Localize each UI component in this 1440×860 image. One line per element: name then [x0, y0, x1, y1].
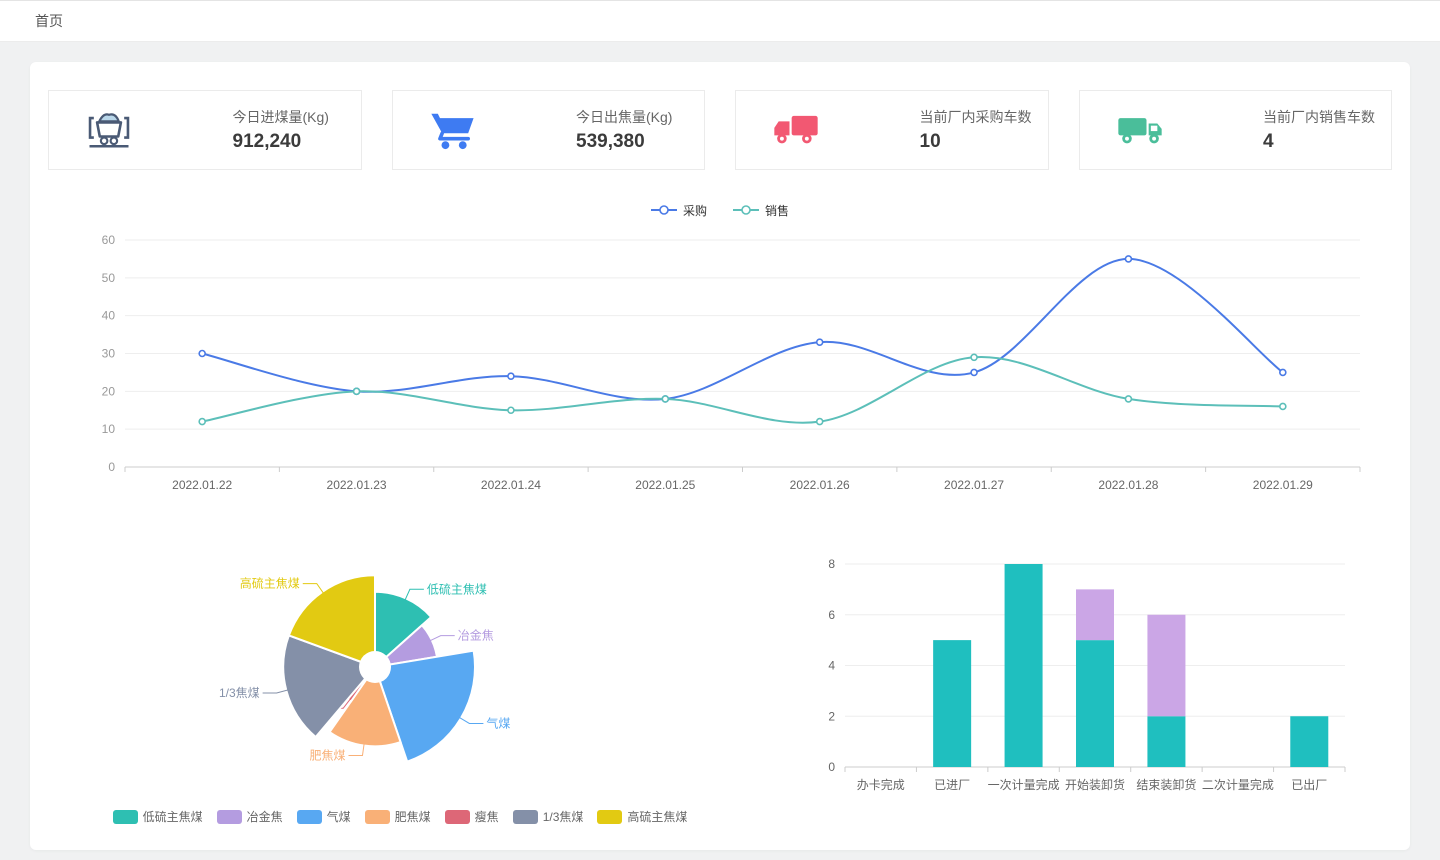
svg-text:0: 0: [828, 760, 835, 774]
pie-legend-item-1[interactable]: 冶金焦: [217, 808, 283, 825]
svg-text:开始装卸货: 开始装卸货: [1065, 777, 1125, 792]
svg-text:2022.01.25: 2022.01.25: [635, 478, 695, 492]
legend-label: 肥焦煤: [395, 808, 431, 825]
stat-label: 今日出焦量(Kg): [576, 107, 688, 127]
svg-text:2022.01.29: 2022.01.29: [1253, 478, 1313, 492]
svg-text:2022.01.28: 2022.01.28: [1098, 478, 1158, 492]
svg-text:冶金焦: 冶金焦: [458, 628, 494, 643]
svg-text:8: 8: [828, 557, 835, 571]
svg-text:气煤: 气煤: [486, 715, 510, 730]
svg-text:50: 50: [102, 271, 116, 285]
legend-item-0[interactable]: 采购: [651, 202, 707, 219]
breadcrumb-home[interactable]: 首页: [35, 11, 63, 31]
stat-label: 今日进煤量(Kg): [233, 107, 345, 127]
svg-text:肥焦煤: 肥焦煤: [309, 748, 345, 762]
svg-text:2022.01.24: 2022.01.24: [481, 478, 541, 492]
svg-text:40: 40: [102, 309, 116, 323]
legend-swatch: [297, 810, 322, 824]
legend-swatch: [113, 810, 138, 824]
bottom-charts-row: 低硫主焦煤冶金焦气煤肥焦煤瘦焦1/3焦煤高硫主焦煤 低硫主焦煤冶金焦气煤肥焦煤瘦…: [30, 549, 1410, 825]
legend-label: 1/3焦煤: [543, 808, 584, 825]
breadcrumb-bar: 首页: [0, 0, 1440, 42]
svg-text:2022.01.23: 2022.01.23: [327, 478, 387, 492]
pie-legend: 低硫主焦煤 冶金焦 气煤 肥焦煤 瘦焦 1/3焦煤 高硫主焦煤: [60, 808, 740, 825]
stat-card-purchase-trucks: 当前厂内采购车数 10: [735, 90, 1049, 170]
svg-text:已出厂: 已出厂: [1291, 778, 1327, 792]
svg-text:2022.01.27: 2022.01.27: [944, 478, 1004, 492]
dashboard-panel: 今日进煤量(Kg) 912,240 今日出焦量(Kg) 539,380: [30, 62, 1410, 850]
legend-label: 销售: [765, 202, 789, 219]
legend-swatch: [445, 810, 470, 824]
legend-item-1[interactable]: 销售: [733, 202, 789, 219]
vehicle-status-bar-chart: 0 2 4 6 8 办卡完成 已进厂 一次计量完成开始装卸货结束装卸货二次计量完成 已出厂: [800, 549, 1370, 801]
stat-label: 当前厂内采购车数: [920, 107, 1032, 127]
pie-legend-item-2[interactable]: 气煤: [297, 808, 351, 825]
svg-text:6: 6: [828, 608, 835, 622]
stat-card-coal-in: 今日进煤量(Kg) 912,240: [48, 90, 362, 170]
stat-value: 539,380: [576, 131, 688, 153]
stat-card-sales-trucks: 当前厂内销售车数 4: [1079, 90, 1393, 170]
legend-swatch: [365, 810, 390, 824]
coal-type-pie-section: 低硫主焦煤冶金焦气煤肥焦煤瘦焦1/3焦煤高硫主焦煤 低硫主焦煤冶金焦气煤肥焦煤瘦…: [60, 549, 740, 825]
legend-swatch: [217, 810, 242, 824]
legend-swatch: [597, 810, 622, 824]
svg-text:60: 60: [102, 233, 116, 247]
svg-text:2: 2: [828, 709, 835, 723]
legend-swatch: [513, 810, 538, 824]
svg-text:一次计量完成: 一次计量完成: [988, 777, 1060, 792]
coal-cart-icon: [83, 107, 135, 153]
svg-text:2022.01.26: 2022.01.26: [790, 478, 850, 492]
page-content: 今日进煤量(Kg) 912,240 今日出焦量(Kg) 539,380: [0, 42, 1440, 850]
svg-text:二次计量完成: 二次计量完成: [1202, 777, 1274, 792]
legend-label: 采购: [683, 202, 707, 219]
coal-type-pie-chart: 低硫主焦煤冶金焦气煤肥焦煤瘦焦1/3焦煤高硫主焦煤: [60, 549, 720, 789]
shopping-cart-icon: [427, 107, 479, 153]
pie-legend-item-3[interactable]: 肥焦煤: [365, 808, 431, 825]
legend-label: 瘦焦: [475, 808, 499, 825]
svg-text:办卡完成: 办卡完成: [857, 777, 905, 792]
svg-text:1/3焦煤: 1/3焦煤: [219, 686, 260, 700]
pie-legend-item-0[interactable]: 低硫主焦煤: [113, 808, 203, 825]
pie-legend-item-5[interactable]: 1/3焦煤: [513, 808, 584, 825]
pie-legend-item-6[interactable]: 高硫主焦煤: [597, 808, 687, 825]
purchase-sales-line-chart: 0 10 20 30 40 50 60 2022.01.22 2022.01.23 2022.01…: [30, 222, 1410, 512]
pie-legend-item-4[interactable]: 瘦焦: [445, 808, 499, 825]
stat-cards-row: 今日进煤量(Kg) 912,240 今日出焦量(Kg) 539,380: [30, 90, 1410, 170]
svg-text:高硫主焦煤: 高硫主焦煤: [240, 576, 300, 591]
svg-text:已进厂: 已进厂: [934, 778, 970, 792]
svg-text:2022.01.22: 2022.01.22: [172, 478, 232, 492]
svg-text:20: 20: [102, 384, 116, 398]
purchase-sales-trend-section: 采购 销售 0 10 20 30 40 50 60 2022.01.22 2022.01.23 20…: [30, 198, 1410, 517]
stat-card-coke-out: 今日出焦量(Kg) 539,380: [392, 90, 706, 170]
svg-text:10: 10: [102, 422, 116, 436]
truck-purchase-icon: [770, 107, 822, 153]
truck-sales-icon: [1114, 107, 1166, 153]
svg-text:结束装卸货: 结束装卸货: [1136, 777, 1196, 792]
svg-text:0: 0: [108, 460, 115, 474]
svg-text:低硫主焦煤: 低硫主焦煤: [427, 581, 487, 596]
stat-value: 912,240: [233, 131, 345, 153]
svg-text:30: 30: [102, 347, 116, 361]
stat-value: 10: [920, 131, 1032, 153]
legend-label: 冶金焦: [247, 808, 283, 825]
stat-label: 当前厂内销售车数: [1263, 107, 1375, 127]
svg-text:4: 4: [828, 659, 835, 673]
line-chart-legend: 采购 销售: [30, 198, 1410, 222]
legend-label: 气煤: [327, 808, 351, 825]
stat-value: 4: [1263, 131, 1375, 153]
legend-label: 高硫主焦煤: [627, 808, 687, 825]
legend-label: 低硫主焦煤: [143, 808, 203, 825]
vehicle-status-bar-section: 0 2 4 6 8 办卡完成 已进厂 一次计量完成开始装卸货结束装卸货二次计量完成 已出厂: [800, 549, 1370, 825]
